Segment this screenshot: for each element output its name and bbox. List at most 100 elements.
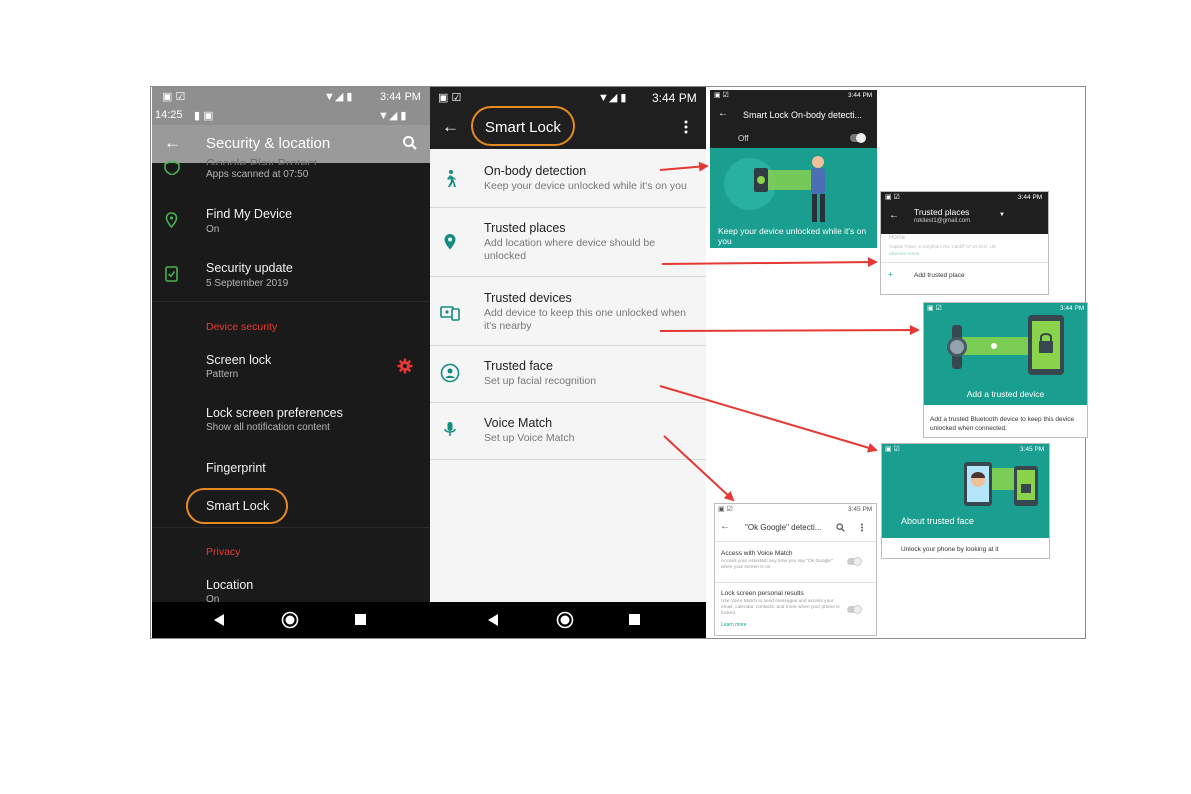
add-trusted-place[interactable]: Add trusted place — [914, 272, 965, 279]
location-pin-icon — [444, 234, 456, 250]
gear-icon[interactable] — [397, 358, 413, 374]
page-title: Security & location — [206, 135, 331, 152]
page-title: Smart Lock — [485, 119, 561, 136]
add-icon[interactable]: + — [888, 270, 893, 279]
account-email: rokitest1@gmail.com — [914, 218, 971, 224]
learn-more-link[interactable]: Learn more — [721, 622, 747, 628]
list-item-subtitle: Apps scanned at 07:50 — [206, 169, 309, 180]
navigation-bar — [430, 602, 706, 638]
divider — [152, 527, 430, 528]
notification-icons: ▣ ☑ — [714, 92, 729, 99]
back-arrow-icon[interactable]: ← — [889, 210, 899, 221]
divider — [152, 301, 430, 302]
list-item-trusted-face[interactable]: Trusted face Set up facial recognition — [430, 346, 706, 403]
trusted-places-preview: ▣ ☑ 3:44 PM ← Trusted places rokitest1@g… — [880, 191, 1049, 295]
list-item-play-protect[interactable]: Google Play Protect Apps scanned at 07:5… — [152, 157, 430, 193]
notification-icons: ▣ ☑ — [885, 446, 900, 453]
trusted-face-preview: ▣ ☑ 3:45 PM About trusted face Unlock yo… — [881, 443, 1050, 559]
list-item-screen-lock[interactable]: Screen lock Pattern — [152, 352, 430, 386]
list-item-title: Screen lock — [206, 353, 272, 367]
signal-icons: ▼◢ ▮ — [378, 110, 407, 122]
nav-recents-icon[interactable] — [355, 614, 367, 626]
preview-body: Add a trusted Bluetooth device to keep t… — [930, 416, 1075, 432]
security-location-screen: ▣ ☑ ▼◢ ▮ 3:44 PM 14:25 ▮ ▣ ▼◢ ▮ ← Securi… — [152, 87, 430, 638]
preview-title: "Ok Google" detecti... — [745, 523, 822, 532]
preview-caption: Add a trusted device — [966, 389, 1045, 399]
status-time: 3:44 PM — [380, 91, 421, 103]
setting-title: Access with Voice Match — [721, 550, 793, 557]
nav-home-icon[interactable] — [281, 611, 299, 629]
list-item-title: On-body detection — [484, 164, 587, 178]
list-item-title: Smart Lock — [206, 499, 270, 513]
status-time: 3:44 PM — [1060, 305, 1085, 312]
setting-body: Access your Assistant any time you say "… — [721, 559, 833, 570]
list-item-title: Google Play Protect — [206, 157, 318, 165]
toggle-switch[interactable] — [847, 605, 862, 614]
face-icon — [440, 363, 460, 383]
signal-icons: ▼◢ ▮ — [598, 92, 627, 104]
preview-body: Unlock your phone by looking at it — [901, 546, 999, 553]
app-bar: ▣ ☑ ▼◢ ▮ 3:44 PM ← Smart Lock — [430, 87, 706, 149]
divider — [715, 582, 876, 583]
notification-icons: ▣ ☑ — [885, 194, 900, 201]
back-arrow-icon[interactable]: ← — [720, 521, 730, 532]
list-item-subtitle: Set up Voice Match — [484, 432, 575, 444]
devices-icon — [440, 306, 460, 321]
back-arrow-icon[interactable]: ← — [718, 108, 728, 119]
list-item-fingerprint[interactable]: Fingerprint — [152, 459, 430, 481]
trusted-face-illustration — [964, 462, 1038, 506]
trusted-device-illustration — [947, 315, 1064, 375]
list-item-title: Trusted face — [484, 359, 554, 373]
section-header-device-security: Device security — [206, 321, 278, 333]
notification-icons: ▣ ☑ — [718, 506, 733, 513]
nav-home-icon[interactable] — [556, 611, 574, 629]
list-item-voice-match[interactable]: Voice Match Set up Voice Match — [430, 403, 706, 460]
list-item-title: Voice Match — [484, 416, 553, 430]
preview-title: Smart Lock On-body detecti... — [743, 110, 863, 120]
more-vert-icon[interactable] — [683, 120, 689, 134]
home-link[interactable]: Ulteriore Home — [889, 251, 919, 256]
status-time: 3:44 PM — [848, 92, 873, 99]
preview-title: Trusted places — [914, 207, 970, 217]
status-time: 3:45 PM — [848, 506, 873, 513]
list-item-on-body-detection[interactable]: On-body detection Keep your device unloc… — [430, 151, 706, 208]
notification-icons: ▣ ☑ — [162, 91, 186, 103]
back-arrow-icon[interactable]: ← — [442, 117, 459, 137]
list-item-subtitle: Pattern — [206, 369, 239, 380]
trusted-device-preview: ▣ ☑ 3:44 PM Add a trusted device Add a t… — [923, 302, 1088, 438]
home-label: Home — [889, 235, 906, 241]
list-item-security-update[interactable]: Security update 5 September 2019 — [152, 259, 430, 299]
list-item-title: Security update — [206, 261, 293, 275]
location-pin-icon — [165, 212, 178, 228]
toggle-switch[interactable] — [847, 557, 862, 566]
mic-icon — [444, 422, 456, 436]
nav-recents-icon[interactable] — [629, 614, 641, 626]
status-time: 3:44 PM — [1018, 194, 1043, 201]
list-item-lock-screen-preferences[interactable]: Lock screen preferences Show all notific… — [152, 405, 430, 439]
search-icon[interactable] — [402, 135, 418, 151]
divider — [715, 541, 876, 542]
list-item-title: Trusted places — [484, 221, 566, 235]
walk-icon — [447, 170, 456, 187]
toggle-switch[interactable] — [850, 133, 866, 143]
search-icon[interactable] — [836, 523, 845, 532]
list-item-trusted-devices[interactable]: Trusted devices Add device to keep this … — [430, 277, 706, 346]
list-item-trusted-places[interactable]: Trusted places Add location where device… — [430, 208, 706, 277]
nav-back-icon[interactable] — [212, 613, 226, 627]
more-vert-icon[interactable] — [860, 523, 864, 532]
status-time: 3:45 PM — [1020, 446, 1045, 453]
home-address: Capital Tower, 6 Greyfriars Rd, Cardiff … — [889, 244, 996, 249]
list-item-find-my-device[interactable]: Find My Device On — [152, 205, 430, 245]
list-item-title: Fingerprint — [206, 461, 266, 475]
list-item-subtitle: On — [206, 224, 220, 235]
back-arrow-icon[interactable]: ← — [164, 133, 181, 153]
section-header-privacy: Privacy — [206, 546, 241, 558]
list-item-title: Location — [206, 578, 254, 592]
list-item-smart-lock[interactable]: Smart Lock — [152, 486, 430, 528]
list-item-subtitle: Add location where device should be unlo… — [484, 237, 656, 262]
notification-icons: ▣ ☑ — [927, 305, 942, 312]
dropdown-arrow-icon[interactable]: ▼ — [999, 212, 1005, 218]
status-time-secondary: 14:25 — [155, 109, 183, 121]
list-item-subtitle: Add device to keep this one unlocked whe… — [484, 307, 686, 332]
nav-back-icon[interactable] — [486, 613, 500, 627]
